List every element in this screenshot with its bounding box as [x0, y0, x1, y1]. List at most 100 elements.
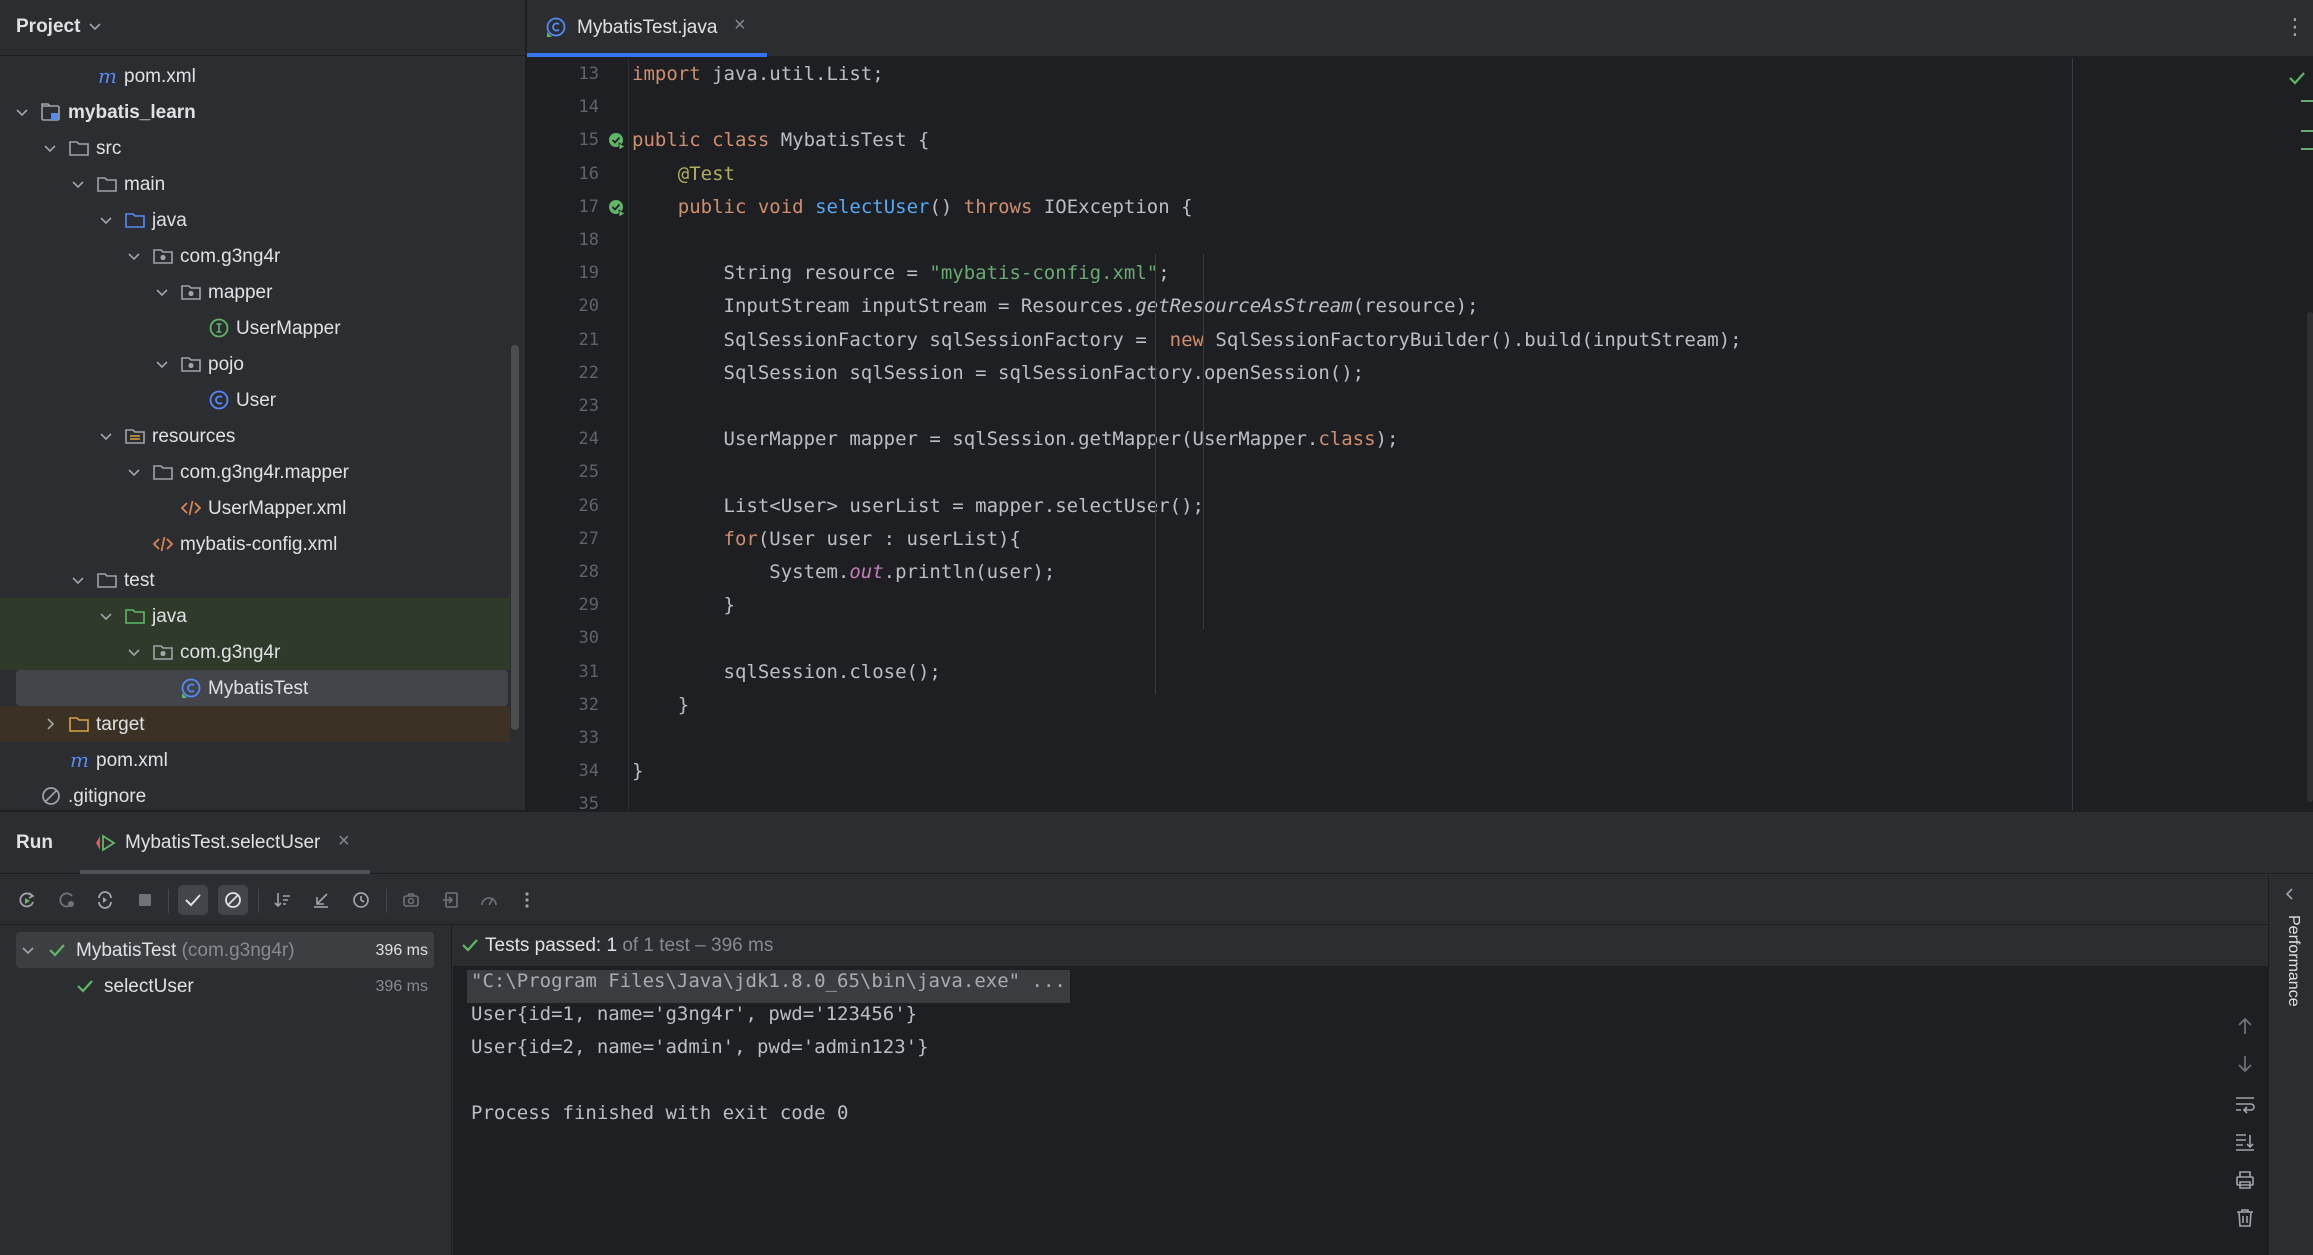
rerun-failed-button[interactable]: [52, 885, 82, 915]
chevron-down-icon[interactable]: [70, 572, 86, 588]
passed-check-icon: [77, 980, 93, 993]
chevron-down-icon[interactable]: [98, 428, 114, 444]
rerun-button[interactable]: [12, 885, 42, 915]
run-tab-label: MybatisTest.selectUser: [125, 832, 321, 853]
inspection-ok-icon[interactable]: [2287, 68, 2307, 88]
line-number: 33: [578, 728, 599, 748]
chevron-down-icon[interactable]: [87, 18, 103, 34]
folder-icon: [69, 141, 89, 156]
tree-item[interactable]: mapper: [0, 274, 510, 310]
performance-panel-button[interactable]: Performance: [2284, 915, 2302, 1007]
chevron-down-icon[interactable]: [126, 644, 142, 660]
editor-tab-mybatistest[interactable]: MybatisTest.java ×: [527, 0, 767, 57]
sort-icon: [274, 893, 290, 908]
chevron-left-icon[interactable]: [2281, 885, 2299, 903]
code-line: 18: [527, 224, 2313, 257]
tree-item[interactable]: m pom.xml: [0, 58, 510, 94]
test-folder-icon: [125, 609, 145, 624]
tree-item[interactable]: resources: [0, 418, 510, 454]
print-icon[interactable]: [2233, 1168, 2257, 1192]
tree-item-label: mybatis_learn: [68, 102, 196, 123]
arrow-down-icon[interactable]: [2233, 1052, 2257, 1076]
soft-wrap-icon[interactable]: [2233, 1092, 2257, 1116]
console-line: Process finished with exit code 0: [471, 1102, 849, 1124]
change-marker: [2301, 100, 2313, 102]
tree-item[interactable]: target: [0, 706, 510, 742]
sort-button[interactable]: [268, 885, 298, 915]
code-text: String resource = "mybatis-config.xml";: [632, 262, 1170, 285]
show-ignored-button[interactable]: [218, 885, 248, 915]
project-scrollbar[interactable]: [511, 345, 519, 730]
toggle-auto-test-button[interactable]: [90, 885, 120, 915]
tree-item[interactable]: pojo: [0, 346, 510, 382]
tree-item[interactable]: m pom.xml: [0, 742, 510, 778]
code-line: 21 SqlSessionFactory sqlSessionFactory =…: [527, 324, 2313, 357]
folder-icon: [97, 573, 117, 588]
chevron-right-icon[interactable]: [42, 716, 58, 732]
tree-item[interactable]: .gitignore: [0, 778, 510, 814]
code-area[interactable]: 13 import java.util.List; 14 15 public class…: [527, 58, 2313, 814]
history-button[interactable]: [346, 885, 376, 915]
chevron-down-icon[interactable]: [98, 608, 114, 624]
code-text: UserMapper mapper = sqlSession.getMapper…: [632, 428, 1399, 451]
test-row-selectuser[interactable]: selectUser 396 ms: [16, 968, 434, 1004]
run-test-icon[interactable]: [607, 198, 627, 218]
chevron-down-icon[interactable]: [20, 942, 36, 958]
chevron-down-icon[interactable]: [14, 104, 30, 120]
coverage-button[interactable]: [474, 885, 504, 915]
tree-item[interactable]: java: [0, 598, 510, 634]
tree-item[interactable]: UserMapper: [0, 310, 510, 346]
tree-item[interactable]: com.g3ng4r: [0, 238, 510, 274]
chevron-down-icon[interactable]: [70, 176, 86, 192]
line-number: 13: [578, 64, 599, 84]
collapse-button[interactable]: [306, 885, 336, 915]
run-tab-selectuser[interactable]: MybatisTest.selectUser ×: [80, 812, 370, 874]
tree-item[interactable]: main: [0, 166, 510, 202]
chevron-down-icon[interactable]: [42, 140, 58, 156]
console-line: User{id=1, name='g3ng4r', pwd='123456'}: [471, 1003, 918, 1025]
tree-item[interactable]: mybatis-config.xml: [0, 526, 510, 562]
stop-button[interactable]: [130, 885, 160, 915]
console-output[interactable]: "C:\Program Files\Java\jdk1.8.0_65\bin\j…: [453, 966, 2213, 1255]
chevron-down-icon[interactable]: [126, 464, 142, 480]
tree-item[interactable]: test: [0, 562, 510, 598]
tree-item-label: UserMapper: [236, 318, 341, 339]
more-button[interactable]: [512, 885, 542, 915]
tree-item[interactable]: src: [0, 130, 510, 166]
trash-icon[interactable]: [2233, 1206, 2257, 1230]
chevron-down-icon[interactable]: [126, 248, 142, 264]
more-icon[interactable]: ⋮: [2284, 14, 2306, 40]
chevron-down-icon[interactable]: [98, 212, 114, 228]
tree-item-label: pom.xml: [96, 750, 168, 771]
chevron-down-icon[interactable]: [154, 356, 170, 372]
passed-check-icon: [462, 939, 478, 952]
tree-item[interactable]: MybatisTest: [16, 670, 508, 706]
tree-item-label: com.g3ng4r: [180, 246, 281, 267]
tree-item[interactable]: User: [0, 382, 510, 418]
rerun-failed-icon: [59, 892, 74, 908]
arrow-up-icon[interactable]: [2233, 1014, 2257, 1038]
project-title[interactable]: Project: [16, 16, 80, 38]
code-line: 28 System.out.println(user);: [527, 556, 2313, 589]
tree-item[interactable]: java: [0, 202, 510, 238]
test-package: (com.g3ng4r): [181, 940, 295, 961]
show-passed-button[interactable]: [178, 885, 208, 915]
check-icon: [185, 894, 201, 907]
tree-item[interactable]: mybatis_learn: [0, 94, 510, 130]
test-name: MybatisTest: [76, 940, 177, 961]
tree-item[interactable]: UserMapper.xml: [0, 490, 510, 526]
editor-scrollbar[interactable]: [2307, 312, 2313, 802]
tree-item[interactable]: com.g3ng4r.mapper: [0, 454, 510, 490]
scroll-to-end-icon[interactable]: [2233, 1130, 2257, 1154]
run-test-icon[interactable]: [607, 131, 627, 152]
test-row-mybatistest[interactable]: MybatisTest (com.g3ng4r) 396 ms: [16, 932, 434, 968]
chevron-down-icon[interactable]: [154, 284, 170, 300]
close-icon[interactable]: ×: [338, 830, 350, 853]
line-number: 27: [578, 528, 599, 549]
close-icon[interactable]: ×: [734, 14, 746, 37]
right-tool-strip: Performance: [2268, 875, 2313, 1255]
tree-item[interactable]: com.g3ng4r: [0, 634, 510, 670]
export-button[interactable]: [436, 885, 466, 915]
tree-item-label: test: [124, 570, 155, 591]
screenshot-button[interactable]: [396, 885, 426, 915]
